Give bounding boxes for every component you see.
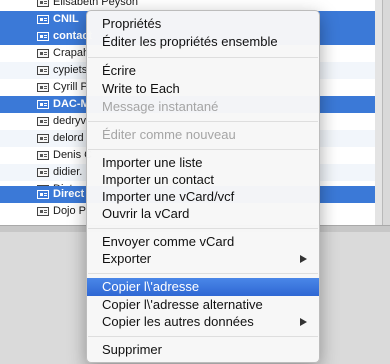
vcard-icon — [37, 207, 49, 216]
vcard-icon — [37, 83, 49, 92]
menu-item-importer-liste[interactable]: Importer une liste — [87, 154, 319, 172]
contact-name: cypiets — [53, 64, 88, 76]
menu-separator — [88, 57, 318, 58]
contact-name: Crapah — [53, 47, 90, 59]
vcard-icon — [37, 32, 49, 41]
context-menu: Propriétés Éditer les propriétés ensembl… — [86, 10, 320, 363]
vcard-icon — [37, 100, 49, 109]
vcard-icon — [37, 66, 49, 75]
contact-name: Dojo P — [53, 205, 87, 217]
contact-name: DAC-M — [53, 98, 90, 110]
list-scrollbar[interactable] — [375, 0, 382, 225]
contact-name: didier. — [53, 166, 83, 178]
menu-separator — [88, 273, 318, 274]
menu-item-copier-autres-label: Copier les autres données — [102, 314, 254, 329]
menu-item-editer-nouveau: Éditer comme nouveau — [102, 127, 236, 142]
menu-item-copier-adresse-alternative[interactable]: Copier l\'adresse alternative — [87, 296, 319, 314]
vcard-icon — [37, 190, 49, 199]
menu-item-copier-autres[interactable]: Copier les autres données — [87, 313, 319, 331]
menu-separator — [88, 336, 318, 337]
menu-item-importer-vcard[interactable]: Importer une vCard/vcf — [87, 188, 319, 206]
menu-item-copier-adresse[interactable]: Copier l\'adresse — [87, 278, 319, 296]
vcard-icon — [37, 49, 49, 58]
menu-item-exporter-label: Exporter — [102, 251, 152, 266]
vcard-icon — [37, 15, 49, 24]
contact-name: Cyrill P — [53, 81, 88, 93]
menu-item-supprimer[interactable]: Supprimer — [87, 341, 319, 359]
vcard-icon — [37, 0, 49, 7]
contact-name: delord — [53, 132, 84, 144]
contact-name: dedryv — [53, 115, 87, 127]
menu-item-envoyer-vcard[interactable]: Envoyer comme vCard — [87, 233, 319, 251]
vcard-icon — [37, 117, 49, 126]
contact-name: CNIL — [53, 13, 79, 25]
menu-item-ouvrir-vcard[interactable]: Ouvrir la vCard — [87, 205, 319, 223]
menu-item-importer-contact[interactable]: Importer un contact — [87, 171, 319, 189]
menu-separator — [88, 228, 318, 229]
menu-item-exporter[interactable]: Exporter — [87, 250, 319, 268]
vcard-icon — [37, 134, 49, 143]
menu-separator — [88, 149, 318, 150]
menu-item-editer-ensemble[interactable]: Éditer les propriétés ensemble — [87, 33, 319, 51]
submenu-arrow-icon — [300, 318, 307, 326]
menu-item-proprietes[interactable]: Propriétés — [87, 15, 319, 33]
menu-item-message-instantane: Message instantané — [102, 99, 219, 114]
vcard-icon — [37, 151, 49, 160]
vcard-icon — [37, 168, 49, 177]
menu-item-ecrire[interactable]: Écrire — [87, 62, 319, 80]
menu-item-write-to-each[interactable]: Write to Each — [87, 80, 319, 98]
contact-name: Direct — [53, 188, 85, 200]
menu-separator — [88, 121, 318, 122]
submenu-arrow-icon — [300, 255, 307, 263]
